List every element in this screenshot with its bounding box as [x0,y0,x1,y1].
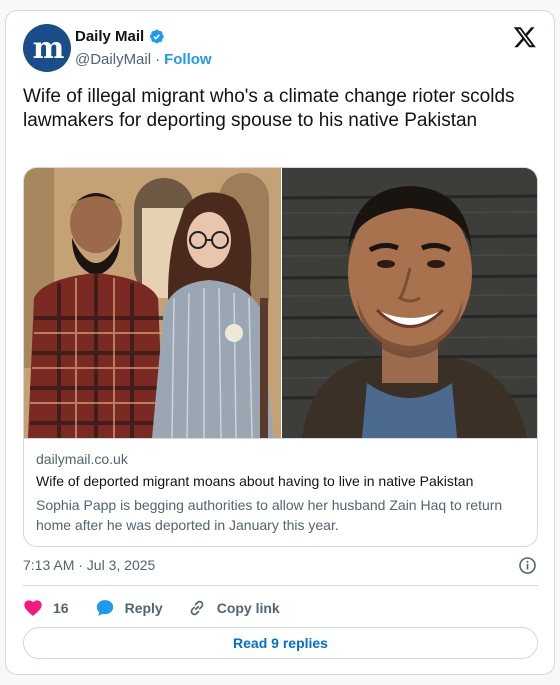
portrait-photo-illustration [282,168,537,438]
link-preview-card[interactable]: dailymail.co.uk Wife of deported migrant… [23,167,538,547]
author-handle[interactable]: @DailyMail [75,51,151,68]
reply-button[interactable]: Reply [95,598,163,618]
portrait-photo [282,168,537,438]
tweet-card: m Daily Mail @DailyMail · Follow Wife of… [5,10,555,675]
couple-photo-illustration [24,168,281,438]
link-preview-image[interactable] [24,168,537,438]
author-name[interactable]: Daily Mail [75,28,144,45]
link-title: Wife of deported migrant moans about hav… [36,473,474,489]
action-bar: 16 Reply Copy link [23,597,280,619]
link-domain: dailymail.co.uk [36,451,128,467]
reply-label: Reply [124,600,163,616]
author-name-row: Daily Mail [75,28,165,45]
heart-icon [24,600,42,616]
x-logo-icon[interactable] [513,25,537,49]
link-description: Sophia Papp is begging authorities to al… [36,497,503,533]
couple-photo [24,168,281,438]
follow-button[interactable]: Follow [164,51,212,68]
divider [23,585,538,586]
read-replies-button[interactable]: Read 9 replies [23,627,538,659]
verified-badge-icon [150,29,164,44]
like-button[interactable]: 16 [23,598,69,618]
copy-link-label: Copy link [216,600,280,616]
copy-link-button[interactable]: Copy link [187,598,280,618]
reply-bubble-icon [96,600,113,616]
timestamp[interactable]: 7:13 AM · Jul 3, 2025 [23,557,155,573]
tweet-text: Wife of illegal migrant who's a climate … [23,86,515,131]
separator-dot: · [155,51,161,68]
handle-row: @DailyMail · Follow [75,51,212,68]
avatar[interactable]: m [23,24,71,72]
link-preview-meta[interactable]: dailymail.co.uk Wife of deported migrant… [24,438,537,546]
info-icon[interactable] [518,556,537,575]
link-icon [190,600,204,616]
like-count: 16 [53,600,69,616]
